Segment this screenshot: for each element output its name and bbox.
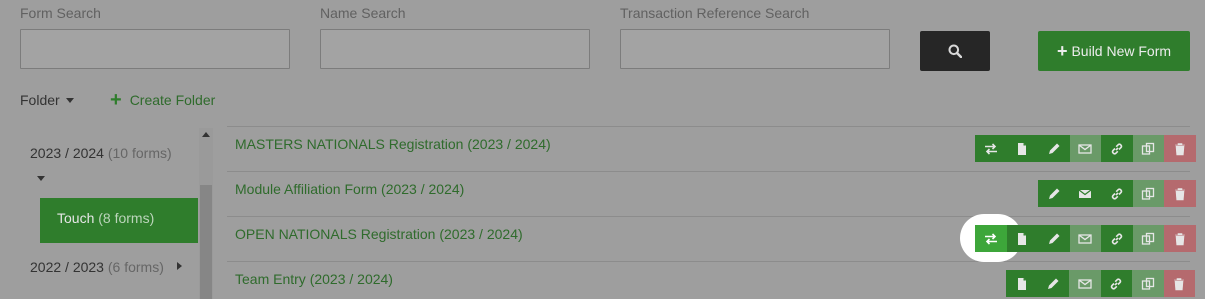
envelope-icon (1078, 189, 1092, 198)
transfer-button[interactable] (975, 135, 1007, 162)
form-search-input[interactable] (20, 29, 290, 69)
link-icon (1111, 188, 1122, 199)
search-icon (948, 44, 962, 58)
trash-icon (1174, 232, 1185, 245)
edit-button[interactable] (1038, 180, 1070, 207)
folder-label: Folder (20, 92, 60, 108)
link-button[interactable] (1101, 225, 1133, 252)
folder-count: (10 forms) (107, 145, 172, 161)
row-actions (975, 225, 1196, 252)
form-title-link[interactable]: MASTERS NATIONALS Registration (2023 / 2… (235, 136, 551, 152)
trash-icon (1174, 277, 1185, 290)
link-button[interactable] (1101, 135, 1133, 162)
form-title-link[interactable]: Team Entry (2023 / 2024) (235, 271, 393, 287)
plus-icon: + (1056, 41, 1068, 61)
link-icon (1111, 233, 1122, 244)
folder-dropdown[interactable]: Folder (20, 92, 74, 108)
link-icon (1111, 143, 1122, 154)
copy-icon (1142, 187, 1155, 200)
form-search-label: Form Search (20, 5, 101, 21)
document-icon (1018, 232, 1027, 245)
link-button[interactable] (1100, 270, 1132, 297)
folder-item-touch[interactable]: Touch (8 forms) (40, 198, 198, 243)
folder-count: (8 forms) (98, 210, 155, 226)
build-new-form-button[interactable]: + Build New Form (1038, 31, 1190, 71)
row-actions (975, 135, 1196, 162)
sidebar-scroll-thumb[interactable] (200, 185, 212, 299)
row-actions (1038, 180, 1196, 207)
name-search-label: Name Search (320, 5, 406, 21)
folder-item-2022-2023[interactable]: 2022 / 2023 (6 forms) (30, 259, 164, 275)
link-icon (1111, 278, 1122, 289)
email-button[interactable] (1069, 270, 1101, 297)
view-document-button[interactable] (1006, 270, 1038, 297)
row-divider (227, 216, 1190, 217)
view-document-button[interactable] (1006, 225, 1038, 252)
transfer-icon (984, 142, 997, 155)
create-folder-link[interactable]: + Create Folder (110, 89, 216, 111)
copy-icon (1142, 142, 1155, 155)
copy-icon (1141, 277, 1154, 290)
link-button[interactable] (1101, 180, 1133, 207)
row-divider (227, 171, 1190, 172)
transaction-search-input[interactable] (620, 29, 890, 69)
edit-button[interactable] (1038, 135, 1070, 162)
envelope-icon (1078, 233, 1092, 244)
create-folder-label: Create Folder (129, 92, 216, 108)
view-document-button[interactable] (1006, 135, 1038, 162)
folder-name: Touch (57, 210, 95, 226)
folder-item-2023-2024[interactable]: 2023 / 2024 (10 forms) (30, 145, 172, 161)
delete-button[interactable] (1164, 225, 1196, 252)
edit-button[interactable] (1037, 270, 1069, 297)
form-title-link[interactable]: OPEN NATIONALS Registration (2023 / 2024… (235, 226, 523, 242)
search-button[interactable] (920, 31, 990, 71)
transfer-icon (984, 232, 997, 245)
copy-button[interactable] (1132, 225, 1164, 252)
pencil-icon (1048, 278, 1059, 289)
pencil-icon (1048, 143, 1060, 154)
trash-icon (1174, 142, 1185, 155)
copy-button[interactable] (1132, 135, 1164, 162)
pencil-icon (1048, 233, 1060, 244)
row-divider (227, 261, 1190, 262)
form-title-link[interactable]: Module Affiliation Form (2023 / 2024) (235, 181, 464, 197)
expand-caret-icon[interactable] (37, 176, 45, 181)
delete-button[interactable] (1164, 135, 1196, 162)
email-button[interactable] (1069, 135, 1101, 162)
transaction-search-label: Transaction Reference Search (620, 5, 810, 21)
caret-down-icon (65, 97, 74, 103)
envelope-icon (1078, 143, 1092, 154)
row-actions (1006, 270, 1195, 297)
plus-icon: + (110, 89, 122, 111)
caret-right-icon[interactable] (177, 262, 182, 270)
delete-button[interactable] (1164, 180, 1196, 207)
trash-icon (1174, 187, 1185, 200)
row-divider (227, 126, 1190, 127)
copy-icon (1142, 232, 1155, 245)
copy-button[interactable] (1132, 270, 1164, 297)
scroll-up-arrow-icon[interactable] (202, 132, 210, 137)
document-icon (1017, 277, 1026, 290)
document-icon (1018, 142, 1027, 155)
delete-button[interactable] (1163, 270, 1195, 297)
folder-count: (6 forms) (107, 259, 164, 275)
copy-button[interactable] (1132, 180, 1164, 207)
folder-name: 2023 / 2024 (30, 145, 104, 161)
envelope-icon (1078, 278, 1092, 289)
email-button[interactable] (1069, 225, 1101, 252)
folder-name: 2022 / 2023 (30, 259, 104, 275)
email-button[interactable] (1069, 180, 1101, 207)
pencil-icon (1048, 188, 1060, 199)
name-search-input[interactable] (320, 29, 590, 69)
edit-button[interactable] (1038, 225, 1070, 252)
build-new-form-label: Build New Form (1071, 43, 1172, 59)
transfer-button[interactable] (975, 225, 1007, 252)
